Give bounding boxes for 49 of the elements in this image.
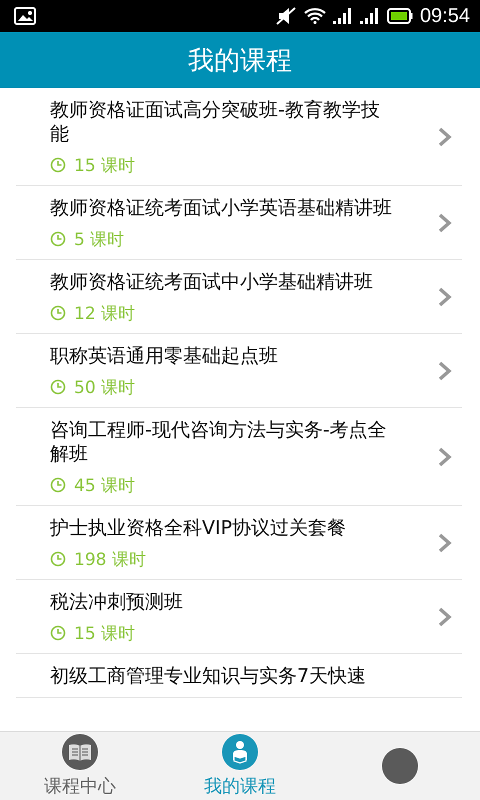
clock-time: 09:54	[420, 4, 470, 28]
signal-icon	[332, 8, 353, 24]
course-item[interactable]: 职称英语通用零基础起点班 50 课时	[16, 334, 462, 408]
clock-icon	[50, 551, 66, 567]
wifi-icon	[304, 8, 326, 24]
course-title: 护士执业资格全科VIP协议过关套餐	[50, 516, 348, 540]
lesson-count: 5 课时	[74, 228, 124, 250]
course-item[interactable]: 咨询工程师-现代咨询方法与实务-考点全解班 45 课时	[16, 408, 462, 506]
chevron-right-icon	[438, 361, 452, 381]
course-title: 职称英语通用零基础起点班	[50, 344, 279, 368]
chevron-right-icon	[438, 287, 452, 307]
tab-icon	[382, 748, 418, 784]
course-item[interactable]: 教师资格证面试高分突破班-教育教学技能 15 课时	[16, 88, 462, 186]
lesson-count: 50 课时	[74, 376, 136, 398]
chevron-right-icon	[438, 127, 452, 147]
mute-icon	[274, 7, 297, 25]
course-item[interactable]: 教师资格证统考面试中小学基础精讲班 12 课时	[16, 260, 462, 334]
picture-notification-icon	[14, 7, 36, 25]
chevron-right-icon	[438, 213, 452, 233]
clock-icon	[50, 157, 66, 173]
lesson-count: 12 课时	[74, 302, 136, 324]
course-item[interactable]: 教师资格证统考面试小学英语基础精讲班 5 课时	[16, 186, 462, 260]
book-icon	[62, 734, 98, 770]
signal-icon	[360, 8, 380, 24]
course-title: 教师资格证统考面试中小学基础精讲班	[50, 270, 374, 294]
battery-icon	[386, 8, 413, 24]
clock-icon	[50, 379, 66, 395]
lesson-count: 15 课时	[74, 622, 136, 644]
lesson-count: 45 课时	[74, 474, 136, 496]
clock-icon	[50, 231, 66, 247]
course-title: 教师资格证统考面试小学英语基础精讲班	[50, 196, 393, 220]
course-item[interactable]: 初级工商管理专业知识与实务7天快速	[16, 654, 462, 698]
chevron-right-icon	[438, 607, 452, 627]
page-title: 我的课程	[188, 44, 292, 78]
clock-icon	[50, 625, 66, 641]
clock-icon	[50, 477, 66, 493]
lesson-count: 198 课时	[74, 548, 146, 570]
reader-icon	[222, 734, 258, 770]
chevron-right-icon	[438, 533, 452, 553]
course-item[interactable]: 税法冲刺预测班 15 课时	[16, 580, 462, 654]
course-item[interactable]: 护士执业资格全科VIP协议过关套餐 198 课时	[16, 506, 462, 580]
course-title: 初级工商管理专业知识与实务7天快速	[50, 664, 368, 688]
chevron-right-icon	[438, 447, 452, 467]
clock-icon	[50, 305, 66, 321]
course-title: 税法冲刺预测班	[50, 590, 184, 614]
course-title: 咨询工程师-现代咨询方法与实务-考点全解班	[50, 418, 388, 466]
lesson-count: 15 课时	[74, 154, 136, 176]
nav-tab[interactable]: 课程中心	[0, 732, 160, 800]
course-title: 教师资格证面试高分突破班-教育教学技能	[50, 98, 381, 146]
